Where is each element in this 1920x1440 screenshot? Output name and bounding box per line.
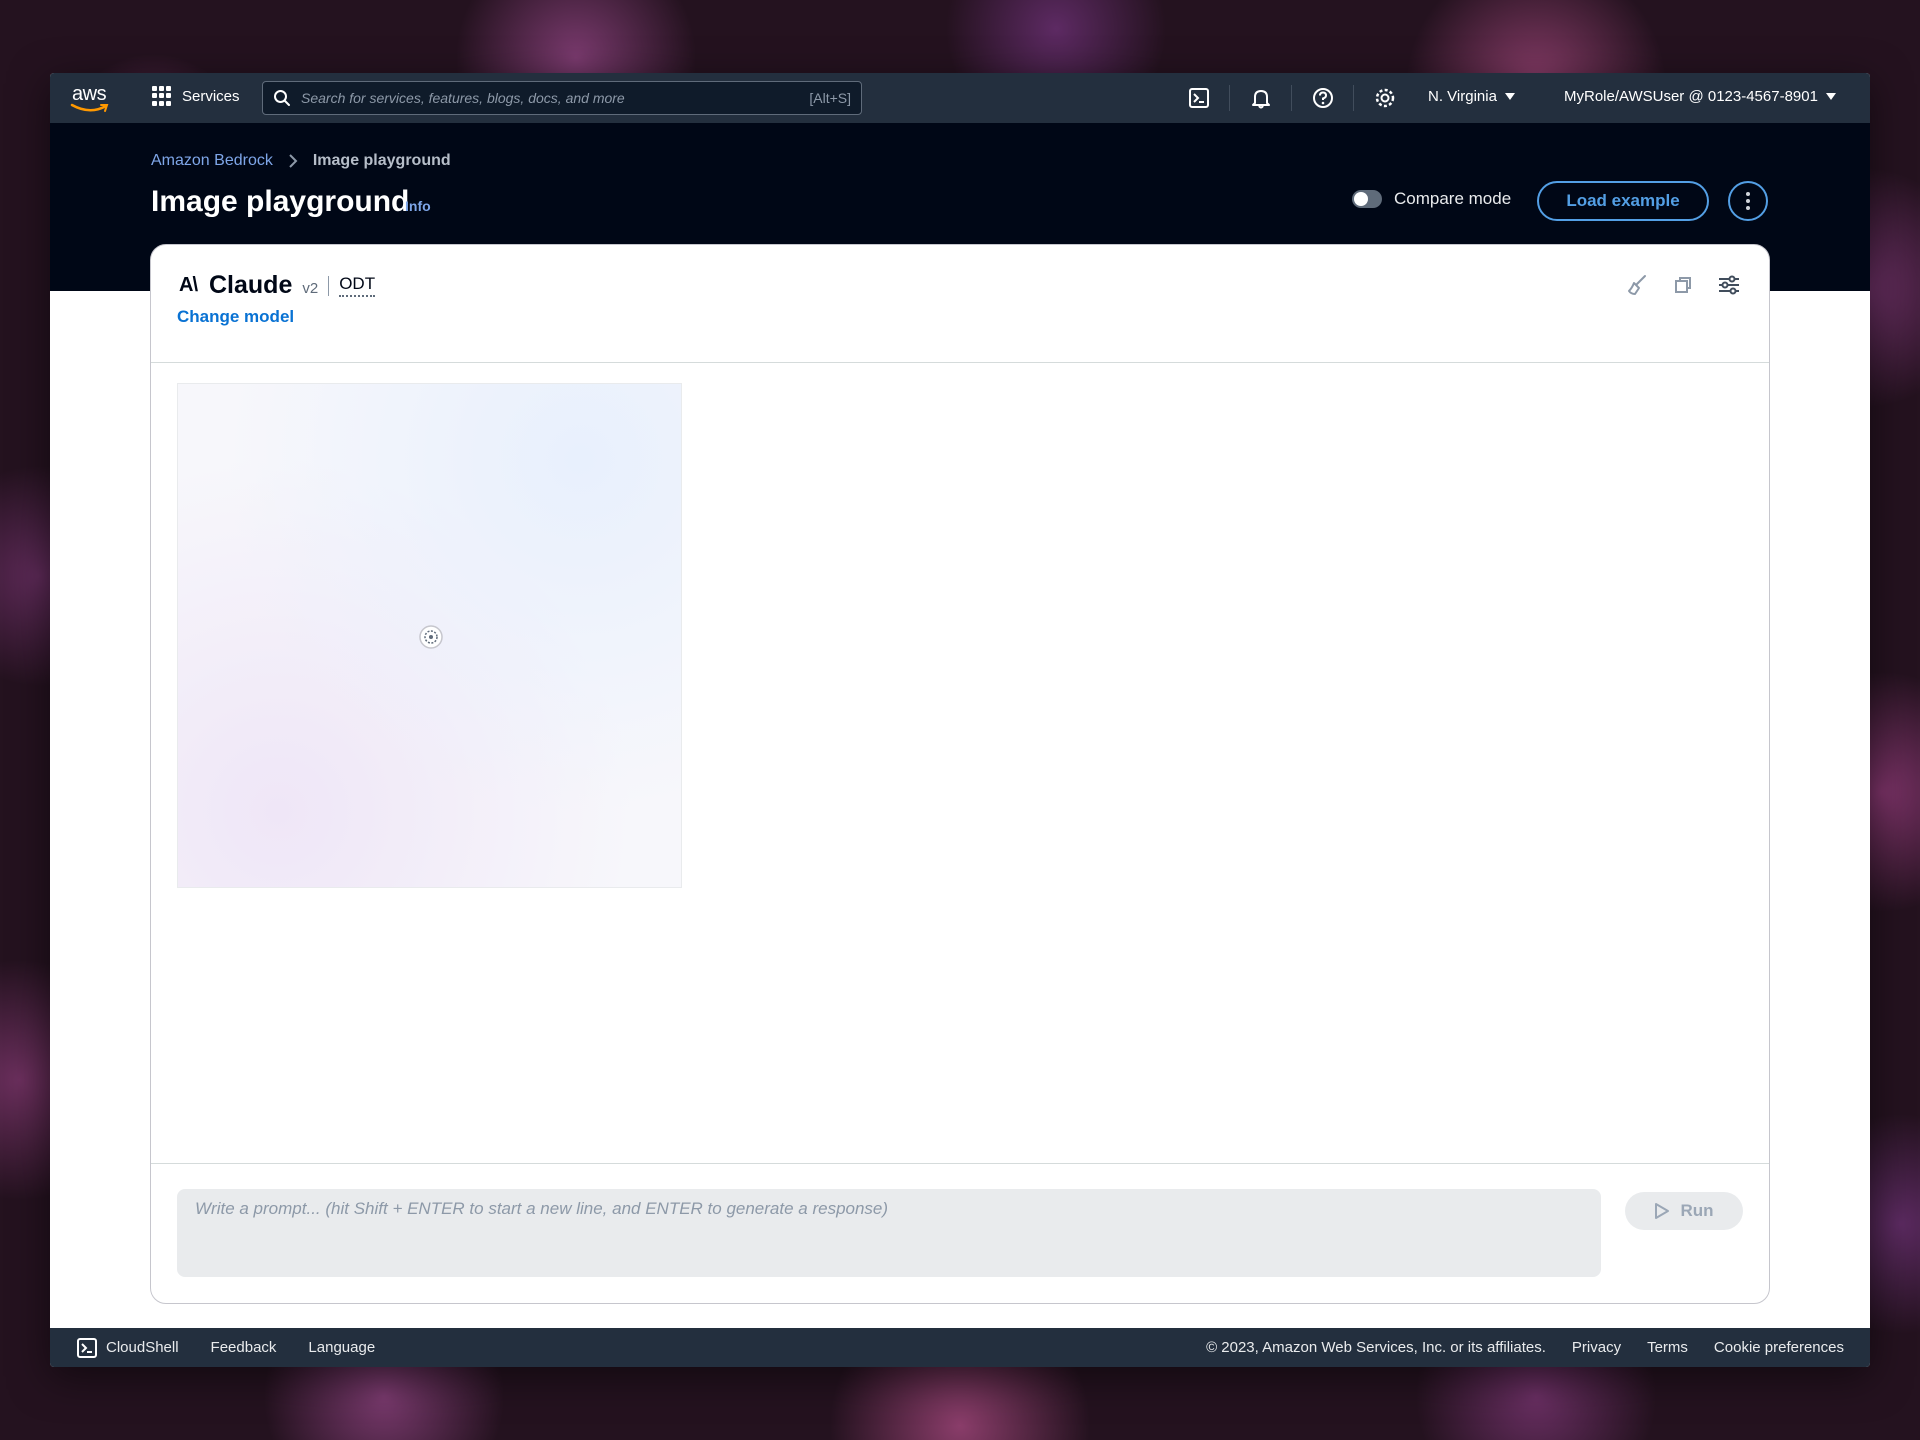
info-link[interactable]: Info	[405, 198, 431, 214]
breadcrumb-current: Image playground	[312, 152, 451, 169]
account-label: MyRole/AWSUser @ 0123-4567-8901	[1564, 88, 1818, 105]
aws-smile-icon	[70, 103, 109, 112]
console-window: aws Services Search for services, featur…	[50, 73, 1870, 1367]
chevron-down-icon	[1825, 93, 1836, 100]
change-model-link[interactable]: Change model	[177, 307, 294, 327]
services-menu-button[interactable]: Services	[152, 86, 240, 106]
chevron-down-icon	[1504, 93, 1515, 100]
model-info: A\ Claude v2 ODT	[179, 271, 376, 300]
search-shortcut: [Alt+S]	[809, 90, 851, 106]
cloudshell-button[interactable]: CloudShell	[76, 1337, 179, 1359]
compare-mode-toggle[interactable]: Compare mode	[1352, 189, 1511, 209]
compare-mode-label: Compare mode	[1394, 189, 1512, 208]
divider	[328, 275, 330, 296]
help-icon[interactable]	[1292, 85, 1354, 111]
search-placeholder: Search for services, features, blogs, do…	[301, 90, 625, 106]
toggle-switch[interactable]	[1352, 190, 1382, 208]
run-label: Run	[1680, 1201, 1714, 1220]
aws-logo[interactable]: aws	[70, 83, 114, 113]
model-name: Claude	[209, 271, 293, 299]
breadcrumb-amazon-bedrock[interactable]: Amazon Bedrock	[151, 152, 273, 170]
copy-icon[interactable]	[1671, 273, 1695, 297]
nav-icon-group	[1168, 85, 1416, 111]
search-input[interactable]: Search for services, features, blogs, do…	[262, 81, 862, 115]
run-button[interactable]: Run	[1625, 1192, 1743, 1230]
region-selector[interactable]: N. Virginia	[1428, 88, 1515, 105]
prompt-input[interactable]: Write a prompt... (hit Shift + ENTER to …	[177, 1189, 1601, 1277]
settings-sliders-icon[interactable]	[1717, 273, 1741, 297]
clear-icon[interactable]	[1625, 273, 1649, 297]
footer: CloudShell Feedback Language © 2023, Ama…	[50, 1328, 1870, 1367]
cloudshell-icon	[77, 1337, 97, 1358]
cloudshell-icon[interactable]	[1168, 85, 1230, 111]
more-actions-button[interactable]	[1728, 181, 1768, 221]
playground-card: A\ Claude v2 ODT Change model Write a pr…	[150, 244, 1770, 1304]
image-output-placeholder	[177, 383, 682, 888]
prompt-composer: Write a prompt... (hit Shift + ENTER to …	[151, 1163, 1769, 1305]
search-icon	[274, 90, 290, 106]
footer-right: © 2023, Amazon Web Services, Inc. or its…	[1206, 1339, 1844, 1356]
bell-icon[interactable]	[1230, 85, 1292, 111]
kebab-icon	[1746, 192, 1750, 196]
cloudshell-label: CloudShell	[106, 1339, 179, 1356]
top-navigation: aws Services Search for services, featur…	[50, 73, 1870, 123]
load-example-button[interactable]: Load example	[1537, 181, 1709, 221]
model-version: v2	[302, 280, 319, 297]
copyright-text: © 2023, Amazon Web Services, Inc. or its…	[1206, 1339, 1546, 1356]
feedback-link[interactable]: Feedback	[211, 1339, 277, 1356]
services-label: Services	[182, 87, 240, 105]
privacy-link[interactable]: Privacy	[1572, 1339, 1621, 1356]
play-icon	[1655, 1203, 1670, 1219]
account-menu[interactable]: MyRole/AWSUser @ 0123-4567-8901	[1564, 88, 1836, 105]
page-title: Image playground	[151, 185, 410, 218]
throughput-label[interactable]: ODT	[339, 274, 376, 297]
loading-spinner-icon	[419, 625, 443, 649]
gear-icon[interactable]	[1354, 85, 1416, 111]
anthropic-logo: A\	[179, 274, 198, 296]
footer-left: CloudShell Feedback Language	[76, 1337, 375, 1359]
breadcrumb: Amazon Bedrock Image playground	[151, 152, 451, 170]
card-toolbar	[1625, 273, 1741, 297]
cookie-preferences-link[interactable]: Cookie preferences	[1714, 1339, 1844, 1356]
region-label: N. Virginia	[1428, 88, 1497, 105]
chevron-right-icon	[289, 154, 298, 168]
services-grid-icon	[152, 86, 172, 106]
model-header: A\ Claude v2 ODT Change model	[151, 245, 1769, 363]
language-link[interactable]: Language	[308, 1339, 375, 1356]
terms-link[interactable]: Terms	[1647, 1339, 1688, 1356]
